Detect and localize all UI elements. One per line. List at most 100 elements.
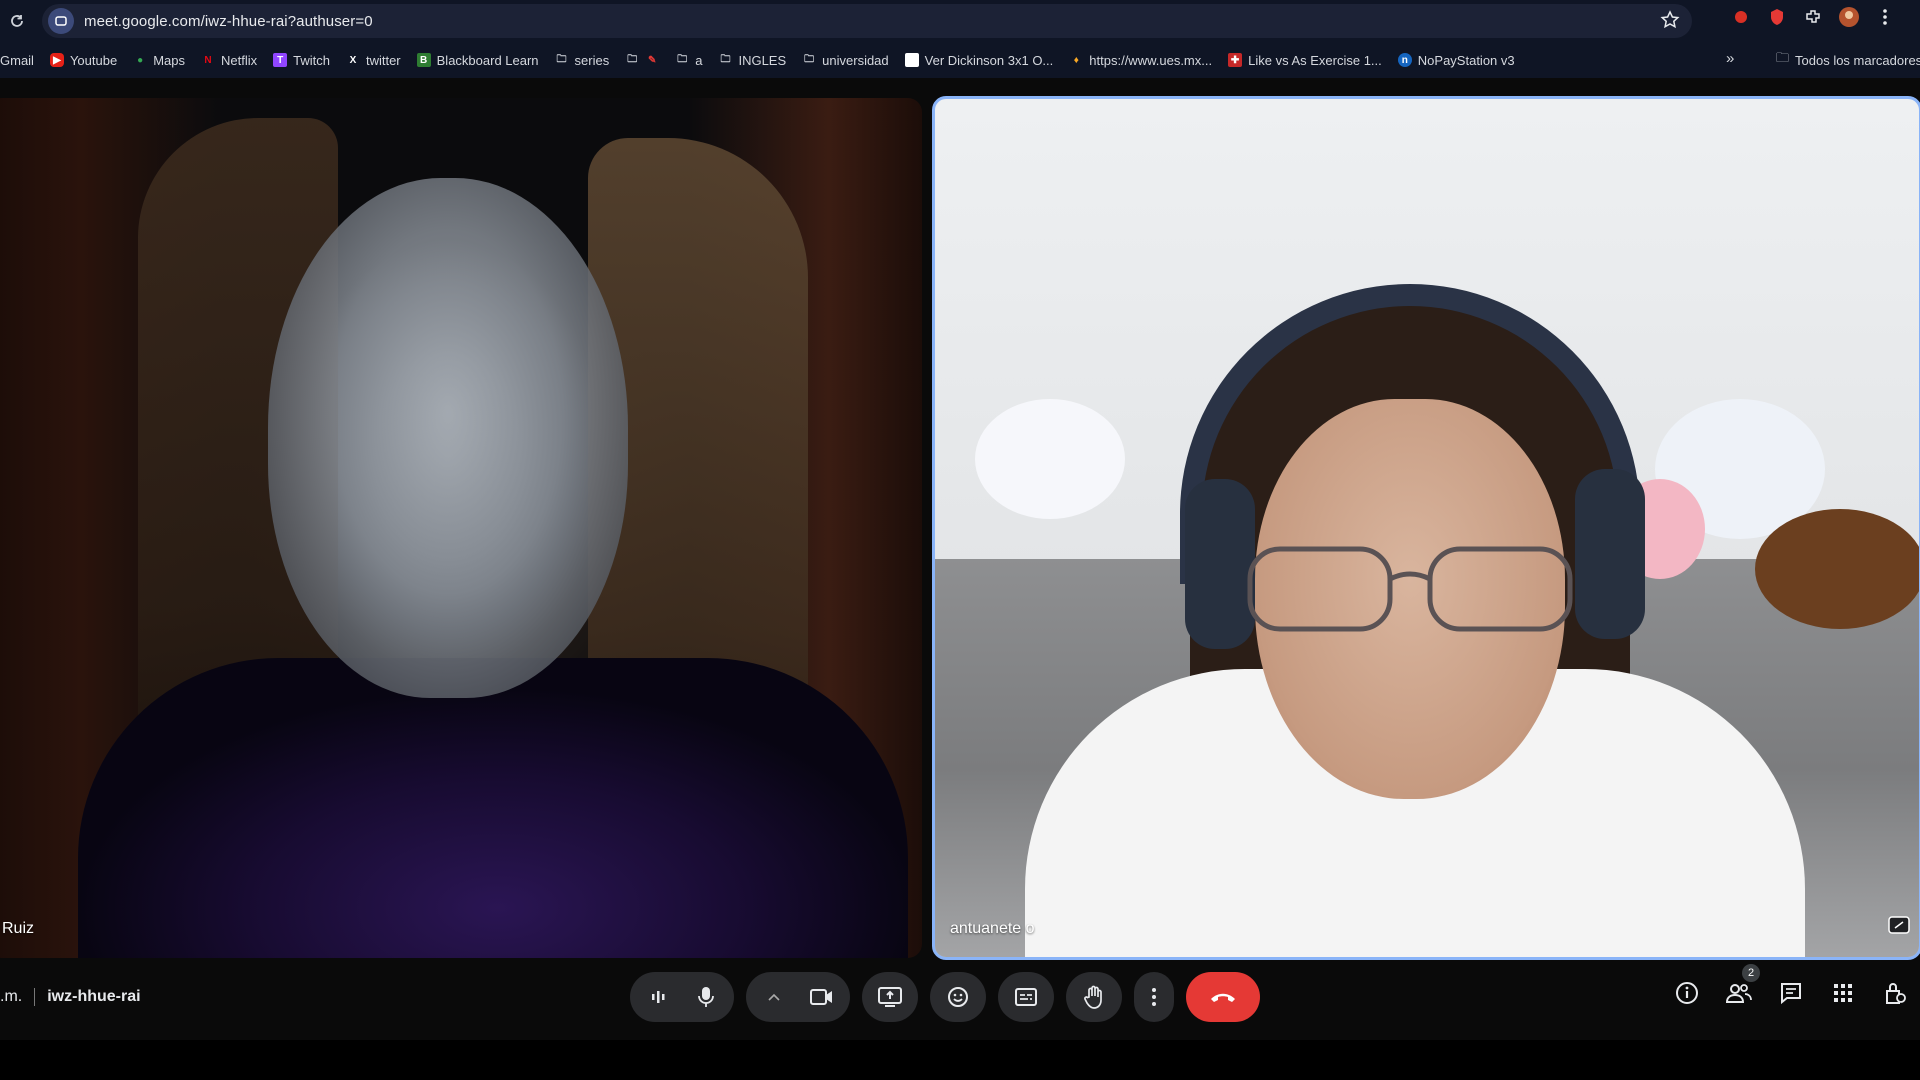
reload-icon	[11, 15, 23, 27]
bookmark-label: series	[574, 52, 610, 68]
extension-shield-icon[interactable]	[1766, 6, 1788, 28]
bookmark-youtube[interactable]: ▶ Youtube	[49, 53, 117, 68]
present-screen-button[interactable]	[862, 972, 918, 1022]
participant-tile-ruiz[interactable]	[0, 98, 922, 958]
bookmark-dickinson[interactable]: Ver Dickinson 3x1 O...	[904, 52, 1054, 68]
audio-level-icon	[652, 991, 665, 1003]
bookmark-label: Ver Dickinson 3x1 O...	[924, 52, 1054, 68]
video-feed-plush	[1755, 509, 1919, 629]
bookmark-folder-unnamed[interactable]: 🗀 ✎	[625, 53, 659, 67]
maps-icon: ●	[137, 54, 144, 66]
present-screen-icon	[878, 987, 902, 1007]
more-options-button[interactable]	[1134, 972, 1174, 1022]
meet-stage: Ruiz antuanete o	[0, 78, 1920, 960]
youtube-icon: ▶	[49, 53, 64, 67]
url-text[interactable]: meet.google.com/iwz-hhue-rai?authuser=0	[84, 13, 373, 30]
bookmark-label: Netflix	[221, 52, 258, 68]
pin-tile-button[interactable]	[1887, 915, 1911, 935]
people-button[interactable]: 2	[1726, 964, 1760, 1006]
meeting-side-tools: 2	[1674, 964, 1908, 1006]
meeting-time: .m.	[0, 988, 23, 1005]
participant-name: Ruiz	[2, 920, 35, 937]
camera-icon	[810, 989, 832, 1005]
activities-button[interactable]	[1830, 980, 1856, 1006]
bookmark-netflix[interactable]: N Netflix	[201, 53, 257, 68]
netflix-icon: N	[204, 54, 212, 66]
bookmark-label: Twitch	[293, 52, 330, 68]
bookmark-folder-ingles[interactable]: 🗀 INGLES	[718, 53, 786, 68]
bottom-bar	[0, 1040, 1920, 1080]
bookmark-label: universidad	[822, 52, 889, 68]
folder-icon: 🗀	[627, 53, 638, 65]
bookmark-twitch[interactable]: T Twitch	[273, 53, 330, 68]
mic-control-group	[630, 972, 734, 1022]
bookmark-folder-a[interactable]: 🗀 a	[675, 53, 702, 68]
site-info-icon[interactable]	[48, 8, 74, 34]
reactions-button[interactable]	[930, 972, 986, 1022]
folder-icon: 🗀	[1776, 50, 1790, 65]
video-feed-shirt	[78, 658, 908, 958]
bookmark-twitter[interactable]: Xtwitter	[346, 53, 401, 68]
extensions-puzzle-icon[interactable]	[1802, 6, 1824, 28]
folder-icon: 🗀	[556, 53, 567, 65]
video-feed-face	[268, 178, 628, 698]
bookmark-label: NoPayStation v3	[1417, 52, 1515, 68]
chat-button[interactable]	[1778, 980, 1804, 1006]
bookmark-label: Blackboard Learn	[436, 52, 539, 68]
bookmark-nopaystation[interactable]: n NoPayStation v3	[1397, 52, 1515, 68]
small-red-icon: ✎	[648, 54, 657, 66]
video-feed-plush	[975, 399, 1125, 519]
reload-button[interactable]	[2, 6, 32, 36]
captions-button[interactable]	[998, 972, 1054, 1022]
bookmark-label: Gmail	[0, 52, 34, 68]
info-icon	[1676, 982, 1698, 1004]
bookmark-label: twitter	[365, 52, 401, 68]
camera-button[interactable]	[800, 972, 844, 1022]
bookmark-blackboard[interactable]: B Blackboard Learn	[416, 52, 539, 68]
address-bar[interactable]: meet.google.com/iwz-hhue-rai?authuser=0	[42, 4, 1692, 38]
extension-red-icon[interactable]	[1730, 6, 1752, 28]
x-icon: X	[349, 54, 357, 66]
chevron-up-icon	[768, 993, 780, 1001]
leave-call-button[interactable]	[1186, 972, 1260, 1022]
bookmark-star-icon[interactable]	[1660, 10, 1680, 35]
divider	[34, 988, 36, 1006]
meeting-info: .m. iwz-hhue-rai	[0, 988, 141, 1006]
people-icon	[1726, 984, 1752, 1003]
emoji-icon	[948, 987, 968, 1007]
page-icon	[904, 53, 919, 67]
bookmark-folder-universidad[interactable]: 🗀 universidad	[802, 53, 889, 68]
bookmark-label: https://www.ues.mx...	[1089, 52, 1213, 68]
bookmark-like-vs-as[interactable]: ✚ Like vs As Exercise 1...	[1228, 53, 1382, 68]
browser-toolbar: meet.google.com/iwz-hhue-rai?authuser=0	[0, 0, 1920, 42]
all-bookmarks-folder[interactable]: 🗀 Todos los marcadores	[1776, 42, 1920, 78]
participant-name: antuanete o	[950, 920, 1035, 937]
bookmark-ues[interactable]: ♦ https://www.ues.mx...	[1069, 53, 1212, 68]
twitch-icon: T	[273, 53, 288, 67]
meeting-details-button[interactable]	[1674, 980, 1700, 1006]
people-count-badge: 2	[1742, 964, 1760, 982]
bookmark-maps[interactable]: ● Maps	[133, 53, 185, 68]
audio-level-button[interactable]	[636, 972, 680, 1022]
folder-icon: 🗀	[804, 53, 815, 65]
meeting-code: iwz-hhue-rai	[47, 988, 141, 1005]
extensions-area	[1730, 6, 1896, 28]
participant-tile-antuanete[interactable]	[932, 96, 1920, 960]
bookmark-folder-series[interactable]: 🗀 series	[555, 53, 610, 68]
folder-icon: 🗀	[677, 53, 688, 65]
bookmark-label: INGLES	[738, 52, 787, 68]
browser-menu-icon[interactable]	[1874, 6, 1896, 28]
blackboard-icon: B	[416, 53, 431, 67]
bookmark-gmail[interactable]: Gmail	[0, 53, 34, 68]
host-controls-button[interactable]	[1882, 980, 1908, 1006]
profile-avatar-icon[interactable]	[1838, 6, 1860, 28]
raise-hand-button[interactable]	[1066, 972, 1122, 1022]
flag-icon: ✚	[1228, 53, 1243, 67]
bookmarks-overflow-button[interactable]: »	[1726, 50, 1734, 67]
camera-options-button[interactable]	[752, 972, 796, 1022]
captions-icon	[1015, 988, 1037, 1006]
microphone-button[interactable]	[684, 972, 728, 1022]
nps-icon: n	[1397, 53, 1412, 67]
host-controls-icon	[1886, 983, 1906, 1004]
video-feed-headphones	[1575, 469, 1645, 639]
